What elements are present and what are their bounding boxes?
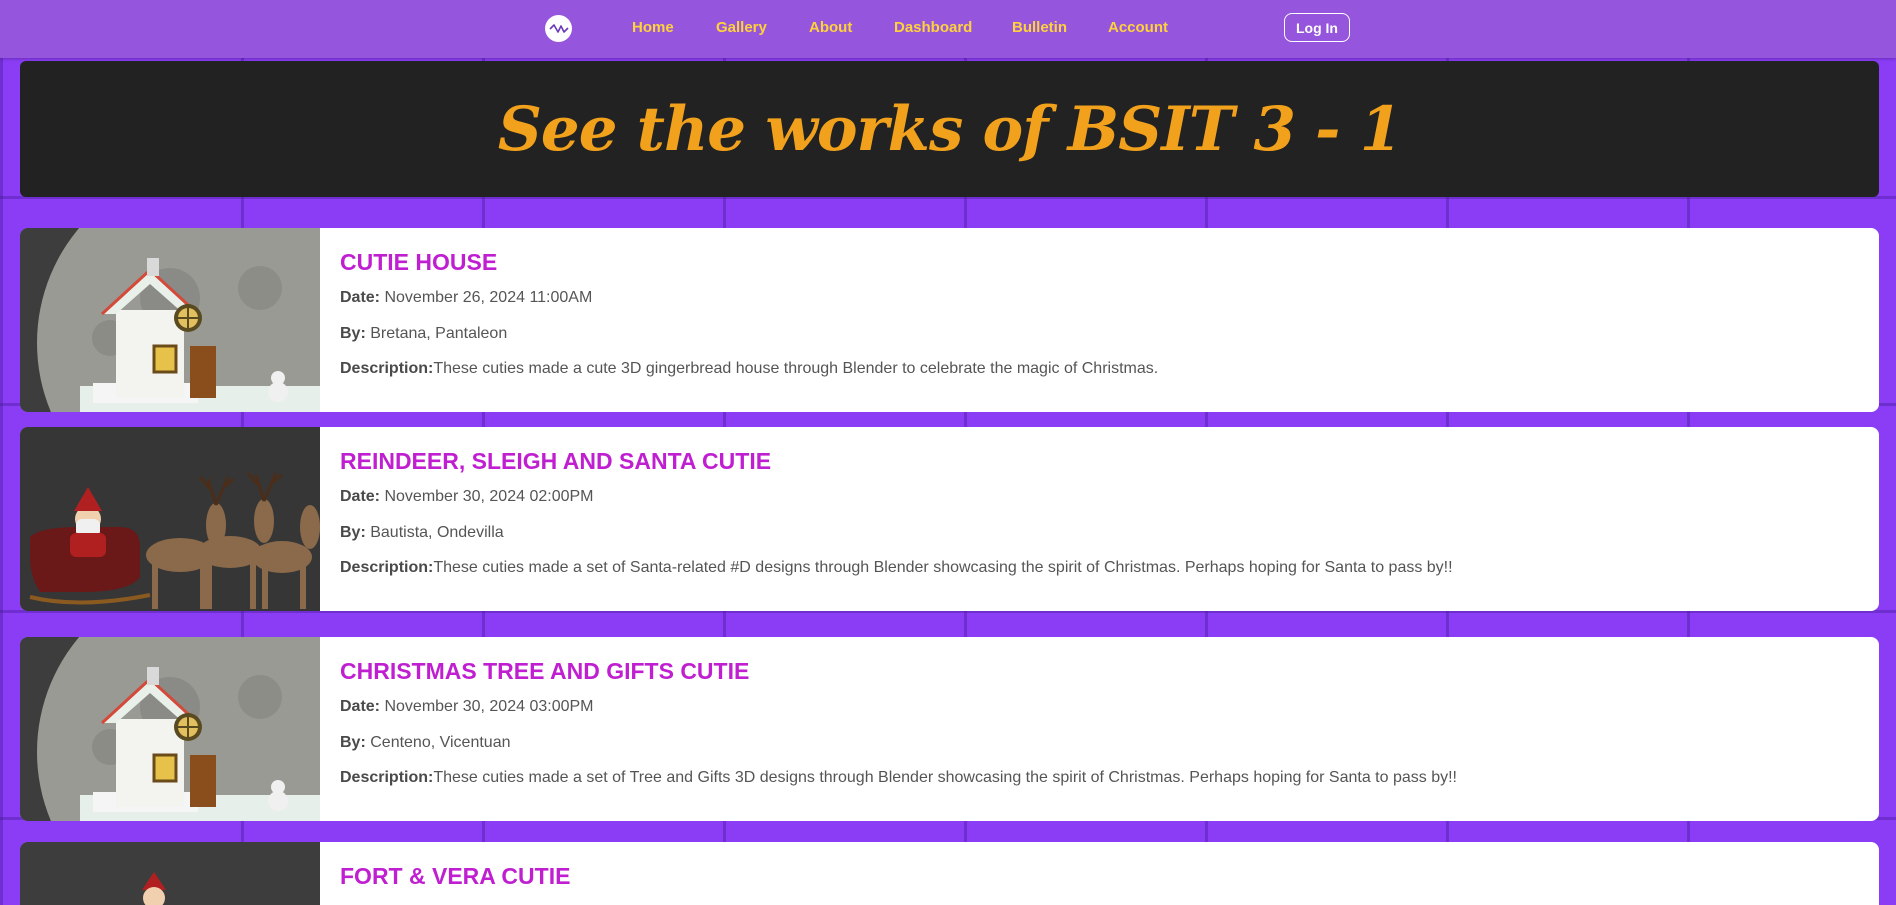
by-label: By: (340, 325, 366, 342)
login-button[interactable]: Log In (1284, 13, 1350, 42)
gallery-card[interactable]: REINDEER, SLEIGH AND SANTA CUTIE Date: N… (20, 427, 1879, 611)
nav-link-bulletin[interactable]: Bulletin (1012, 19, 1067, 36)
date-value: November 30, 2024 03:00PM (384, 698, 594, 715)
gallery-card[interactable]: FORT & VERA CUTIE (20, 842, 1879, 905)
nav-link-dashboard[interactable]: Dashboard (894, 19, 972, 36)
description-label: Description: (340, 559, 434, 576)
card-date: Date: November 26, 2024 11:00AM (340, 289, 592, 307)
date-value: November 30, 2024 02:00PM (384, 488, 594, 505)
description-label: Description: (340, 360, 434, 377)
description-label: Description: (340, 769, 434, 786)
authors-value: Bautista, Ondevilla (370, 524, 504, 541)
card-title[interactable]: REINDEER, SLEIGH AND SANTA CUTIE (340, 448, 771, 475)
date-label: Date: (340, 698, 381, 715)
wave-logo-icon[interactable] (545, 15, 572, 42)
description-value: These cuties made a cute 3D gingerbread … (433, 360, 1159, 377)
page-title: See the works of BSIT 3 - 1 (497, 93, 1402, 165)
card-title[interactable]: FORT & VERA CUTIE (340, 863, 570, 890)
nav-link-home[interactable]: Home (632, 19, 674, 36)
card-date: Date: November 30, 2024 03:00PM (340, 698, 593, 716)
card-title[interactable]: CHRISTMAS TREE AND GIFTS CUTIE (340, 658, 749, 685)
nav-link-account[interactable]: Account (1108, 19, 1168, 36)
gallery-card[interactable]: CHRISTMAS TREE AND GIFTS CUTIE Date: Nov… (20, 637, 1879, 821)
card-description: Description:These cuties made a set of S… (340, 559, 1453, 577)
page-banner: See the works of BSIT 3 - 1 (20, 61, 1879, 197)
santa-sleigh-image[interactable] (20, 427, 320, 611)
date-value: November 26, 2024 11:00AM (384, 289, 593, 306)
top-navbar: Home Gallery About Dashboard Bulletin Ac… (0, 0, 1896, 58)
nav-link-about[interactable]: About (809, 19, 852, 36)
date-label: Date: (340, 488, 381, 505)
gallery-card[interactable]: CUTIE HOUSE Date: November 26, 2024 11:0… (20, 228, 1879, 412)
authors-value: Centeno, Vicentuan (370, 734, 511, 751)
description-value: These cuties made a set of Tree and Gift… (433, 769, 1457, 786)
card-title[interactable]: CUTIE HOUSE (340, 249, 497, 276)
by-label: By: (340, 524, 366, 541)
by-label: By: (340, 734, 366, 751)
gingerbread-house-image[interactable] (20, 637, 320, 821)
authors-value: Bretana, Pantaleon (370, 325, 508, 342)
gingerbread-house-image[interactable] (20, 228, 320, 412)
card-description: Description:These cuties made a set of T… (340, 769, 1457, 787)
card-authors: By: Bretana, Pantaleon (340, 325, 507, 343)
nav-link-gallery[interactable]: Gallery (716, 19, 767, 36)
date-label: Date: (340, 289, 381, 306)
card-description: Description:These cuties made a cute 3D … (340, 360, 1158, 378)
santa-figure-image[interactable] (20, 842, 320, 905)
card-authors: By: Bautista, Ondevilla (340, 524, 504, 542)
card-authors: By: Centeno, Vicentuan (340, 734, 511, 752)
card-date: Date: November 30, 2024 02:00PM (340, 488, 593, 506)
description-value: These cuties made a set of Santa-related… (433, 559, 1453, 576)
